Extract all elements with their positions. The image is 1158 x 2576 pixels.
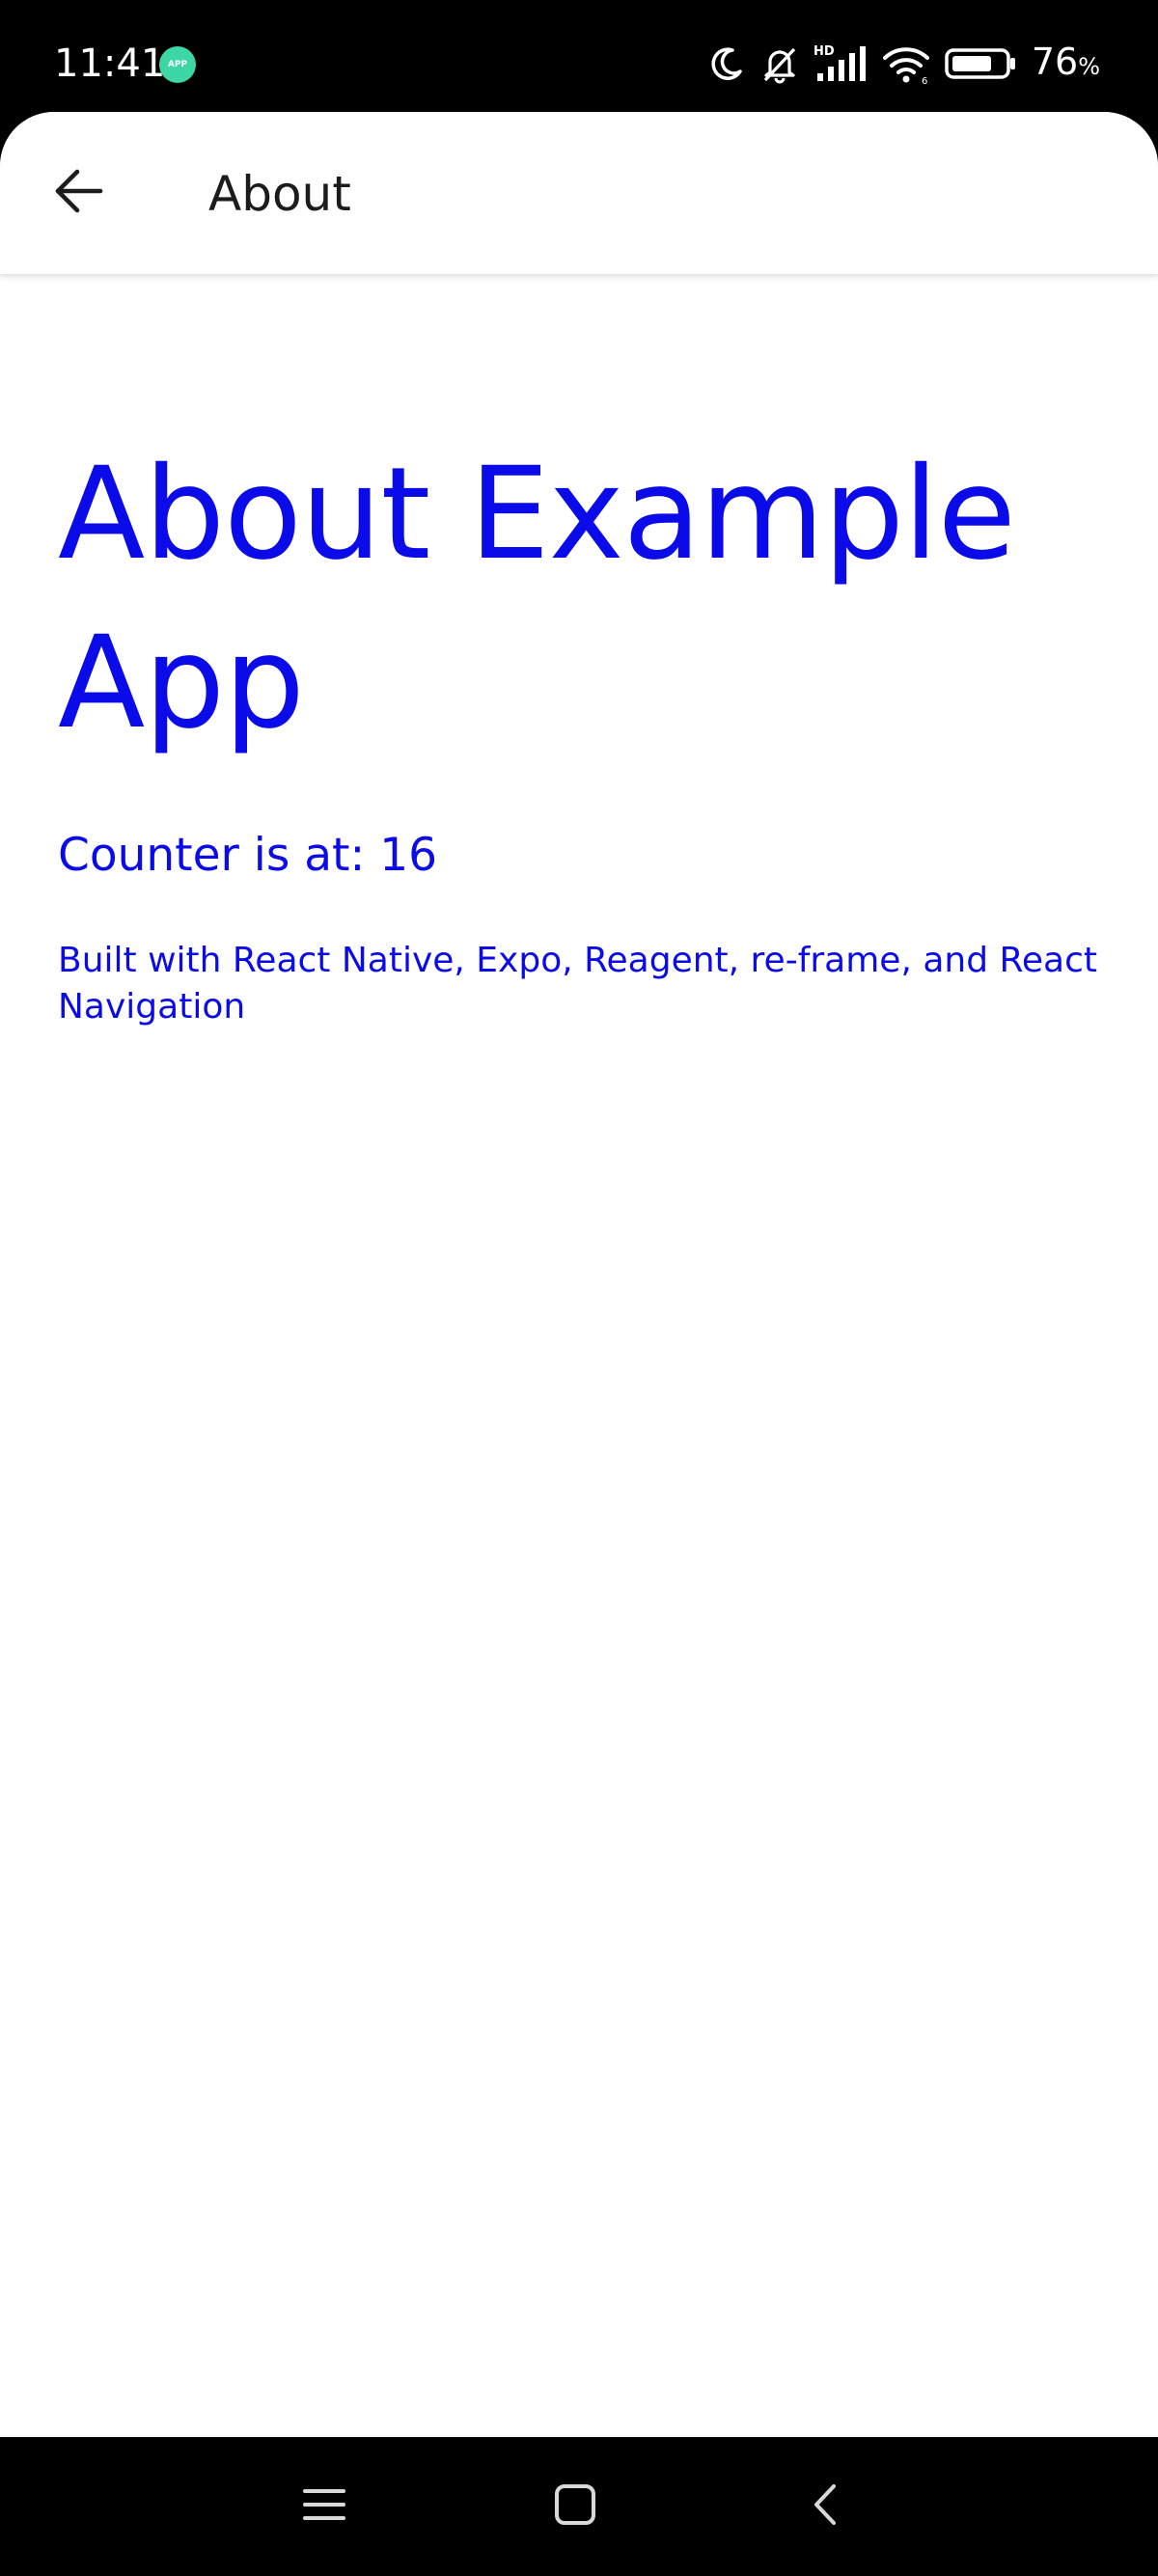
app-notification-icon: APP (159, 46, 196, 83)
navigation-bar (0, 2437, 1158, 2576)
status-bar: 11:41 APP HD 6 76% (0, 0, 1158, 112)
header-title: About (208, 166, 351, 222)
menu-icon (302, 2485, 346, 2529)
page-title: About Example App (58, 440, 1016, 757)
app-header: About (0, 112, 1158, 275)
arrow-left-icon (52, 164, 106, 223)
home-button[interactable] (540, 2472, 610, 2541)
system-back-button[interactable] (791, 2472, 861, 2541)
moon-icon (707, 44, 746, 83)
recent-apps-button[interactable] (290, 2472, 359, 2541)
battery-percentage: 76% (1032, 35, 1100, 94)
battery-unit: % (1078, 52, 1100, 80)
battery-level: 76 (1031, 40, 1079, 83)
hd-signal-icon: HD (813, 42, 868, 85)
app-screen: About About Example App Counter is at: 1… (0, 112, 1158, 2437)
battery-icon (945, 44, 1018, 83)
back-chevron-icon (807, 2482, 845, 2532)
svg-text:HD: HD (813, 44, 835, 59)
counter-text: Counter is at: 16 (58, 829, 438, 882)
bell-off-icon (759, 43, 800, 84)
home-square-icon (553, 2482, 597, 2532)
back-button[interactable] (35, 152, 124, 233)
status-icons: HD 6 76% (707, 37, 1100, 91)
built-with-text: Built with React Native, Expo, Reagent, … (58, 941, 1098, 1027)
status-time: 11:41 (54, 41, 166, 86)
wifi-icon: 6 (881, 42, 931, 85)
about-content: About Example App Counter is at: 16 Buil… (58, 430, 1100, 1030)
svg-text:6: 6 (922, 76, 927, 85)
